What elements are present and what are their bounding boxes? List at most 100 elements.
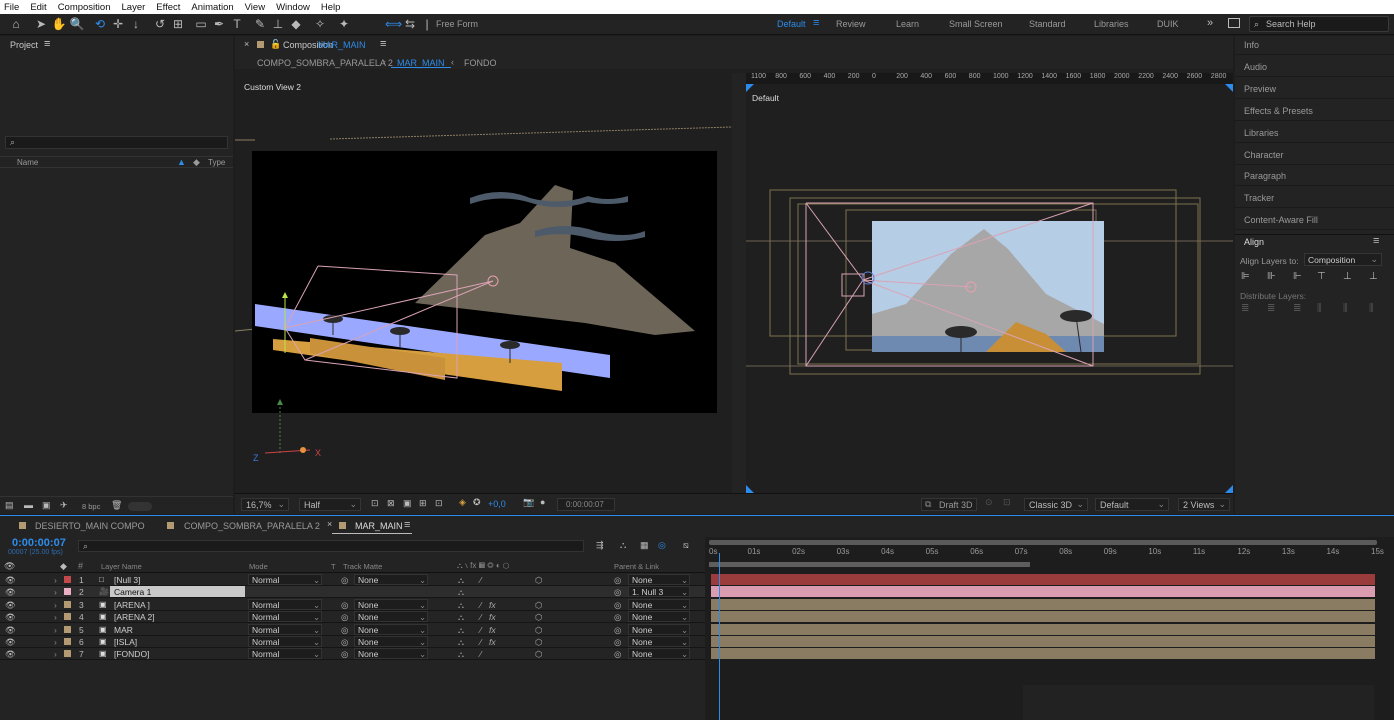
- layer-duration-bar[interactable]: [711, 623, 1375, 635]
- pick-whip-icon[interactable]: ◎: [614, 587, 621, 598]
- distribute-vcenter-icon[interactable]: ≣: [1267, 303, 1275, 314]
- shy-switch-icon[interactable]: ⛬: [458, 649, 464, 660]
- layer-duration-bar[interactable]: [711, 598, 1375, 610]
- tab-compo-sombra[interactable]: COMPO_SOMBRA_PARALELA 2: [184, 521, 320, 531]
- layer-duration-bar[interactable]: [711, 636, 1375, 647]
- layer-label-color[interactable]: [64, 600, 71, 608]
- distribute-left-icon[interactable]: ⫼: [1317, 303, 1322, 314]
- workspace-item[interactable]: Learn: [896, 19, 919, 29]
- quality-switch-icon[interactable]: ∕: [480, 600, 481, 610]
- tab-mar-main[interactable]: MAR_MAIN: [355, 521, 403, 531]
- pick-whip-icon[interactable]: ◎: [614, 637, 621, 648]
- align-title[interactable]: Align: [1244, 237, 1264, 247]
- shy-switch-icon[interactable]: ⛬: [458, 575, 464, 586]
- project-search-input[interactable]: ⌕: [5, 136, 228, 149]
- layer-label-color[interactable]: [64, 613, 71, 621]
- panel-tab[interactable]: Audio: [1244, 62, 1267, 72]
- layer-name[interactable]: [ARENA ]: [114, 600, 150, 610]
- folder-icon[interactable]: ▬: [24, 500, 33, 510]
- trash-icon[interactable]: 🗑: [111, 500, 122, 511]
- tab-menu-icon[interactable]: ≡: [404, 519, 410, 531]
- menu-item[interactable]: Layer: [122, 2, 146, 13]
- transparency-grid-icon[interactable]: ⊠: [387, 498, 395, 509]
- shy-switch-icon[interactable]: ⛬: [458, 600, 464, 611]
- fast-preview-icon[interactable]: ⊡: [371, 498, 379, 509]
- track-matte-icon[interactable]: ◎: [341, 637, 348, 648]
- align-right-icon[interactable]: ⊩: [1293, 271, 1302, 282]
- col-layer-name[interactable]: Layer Name: [101, 562, 142, 571]
- col-track-matte[interactable]: Track Matte: [343, 562, 382, 571]
- selection-tool-icon[interactable]: ➤: [33, 16, 49, 32]
- breadcrumb-2[interactable]: FONDO: [464, 58, 497, 68]
- 3d-view-dropdown[interactable]: Default ⌄: [1095, 498, 1169, 511]
- visibility-icon[interactable]: 👁: [5, 612, 16, 623]
- expand-icon[interactable]: ›: [54, 587, 57, 597]
- expand-icon[interactable]: ›: [54, 600, 57, 610]
- col-t[interactable]: T: [331, 562, 336, 571]
- horizontal-ruler[interactable]: 1100 800 600 400 200 0 200 400 600 800 1000 1200 140…: [746, 73, 1233, 84]
- interpret-footage-icon[interactable]: ▤: [5, 500, 14, 511]
- hand-tool-icon[interactable]: ✋: [51, 16, 67, 32]
- scroll-indicator[interactable]: [128, 502, 152, 511]
- quality-switch-icon[interactable]: ∕: [480, 612, 481, 622]
- viewer-right[interactable]: Default: [746, 84, 1233, 493]
- distribute-right-icon[interactable]: ⫼: [1369, 303, 1374, 314]
- layer-duration-bar[interactable]: [711, 586, 1375, 598]
- layer-label-color[interactable]: [64, 625, 71, 633]
- track-matte-icon[interactable]: ◎: [341, 612, 348, 623]
- layer-duration-bar[interactable]: [711, 611, 1375, 623]
- bpc-label[interactable]: 8 bpc: [82, 502, 100, 511]
- workspace-overflow-icon[interactable]: »: [1207, 17, 1213, 29]
- col-type[interactable]: Type: [208, 158, 225, 167]
- align-hcenter-icon[interactable]: ⊪: [1267, 271, 1276, 282]
- current-time-indicator[interactable]: [719, 553, 721, 720]
- layer-name[interactable]: [ISLA]: [114, 637, 137, 647]
- current-timecode[interactable]: 0:00:00:07: [12, 537, 66, 549]
- quality-switch-icon[interactable]: ∕: [480, 625, 481, 635]
- show-snapshot-icon[interactable]: ●: [540, 497, 545, 507]
- pick-whip-icon[interactable]: ◎: [614, 575, 621, 586]
- exposure-value[interactable]: +0,0: [488, 499, 506, 509]
- draft-3d-toggle[interactable]: ⧉ Draft 3D: [921, 498, 977, 511]
- type-tool-icon[interactable]: T: [229, 16, 245, 32]
- expand-icon[interactable]: ›: [54, 612, 57, 622]
- view-axis-icon[interactable]: |: [419, 16, 435, 32]
- layer-row[interactable]: 👁 › 4 ▣ [ARENA 2] Normal ⌄ ◎ None ⌄ ⛬ ∕ fx ⬡ ◎ None ⌄: [0, 611, 705, 624]
- vertical-ruler[interactable]: [732, 73, 746, 493]
- col-name[interactable]: Name: [17, 158, 38, 167]
- layer-name[interactable]: Camera 1: [114, 587, 151, 597]
- layer-label-color[interactable]: [64, 576, 71, 583]
- frame-blending-icon[interactable]: ▦: [640, 540, 649, 551]
- tab-desierto[interactable]: DESIERTO_MAIN COMPO: [35, 521, 145, 531]
- menu-item[interactable]: Edit: [30, 2, 46, 13]
- align-to-dropdown[interactable]: Composition ⌄: [1304, 253, 1382, 266]
- project-menu-icon[interactable]: ≡: [44, 38, 50, 50]
- expand-icon[interactable]: ›: [54, 625, 57, 635]
- track-matte-icon[interactable]: ◎: [341, 600, 348, 611]
- fx-switch-icon[interactable]: fx: [489, 600, 496, 610]
- expand-icon[interactable]: ›: [54, 637, 57, 647]
- panel-tab[interactable]: Libraries: [1244, 128, 1279, 138]
- comp-flowchart-icon[interactable]: ⇶: [596, 540, 604, 551]
- align-left-icon[interactable]: ⊫: [1241, 271, 1250, 282]
- zoom-dropdown[interactable]: 16,7% ⌄: [241, 498, 289, 511]
- panel-tab[interactable]: Content-Aware Fill: [1244, 215, 1318, 225]
- orbit-camera-icon[interactable]: ⟲: [92, 16, 108, 32]
- fx-switch-icon[interactable]: fx: [489, 612, 496, 622]
- distribute-bottom-icon[interactable]: ≣: [1293, 303, 1301, 314]
- pan-behind-icon[interactable]: ⊞: [170, 16, 186, 32]
- panel-tab[interactable]: Paragraph: [1244, 171, 1286, 181]
- layer-row[interactable]: 👁 › 7 ▣ [FONDO] Normal ⌄ ◎ None ⌄ ⛬ ∕ ⬡ ◎ None ⌄: [0, 648, 705, 661]
- quality-switch-icon[interactable]: ∕: [480, 637, 481, 647]
- menu-item[interactable]: Window: [276, 2, 310, 13]
- layer-row[interactable]: 👁 › 6 ▣ [ISLA] Normal ⌄ ◎ None ⌄ ⛬ ∕ fx ⬡ ◎ None ⌄: [0, 636, 705, 648]
- layer-label-color[interactable]: [64, 588, 71, 596]
- workspace-item[interactable]: Small Screen: [949, 19, 1003, 29]
- eraser-tool-icon[interactable]: ◆: [288, 16, 304, 32]
- align-vcenter-icon[interactable]: ⊥: [1343, 271, 1352, 282]
- comp-name[interactable]: MAR_MAIN: [318, 40, 366, 50]
- pick-whip-icon[interactable]: ◎: [614, 649, 621, 660]
- track-matte-icon[interactable]: ◎: [341, 649, 348, 660]
- 3d-layer-icon[interactable]: ⬡: [535, 575, 542, 586]
- search-help-input[interactable]: ⌕ Search Help: [1249, 16, 1389, 32]
